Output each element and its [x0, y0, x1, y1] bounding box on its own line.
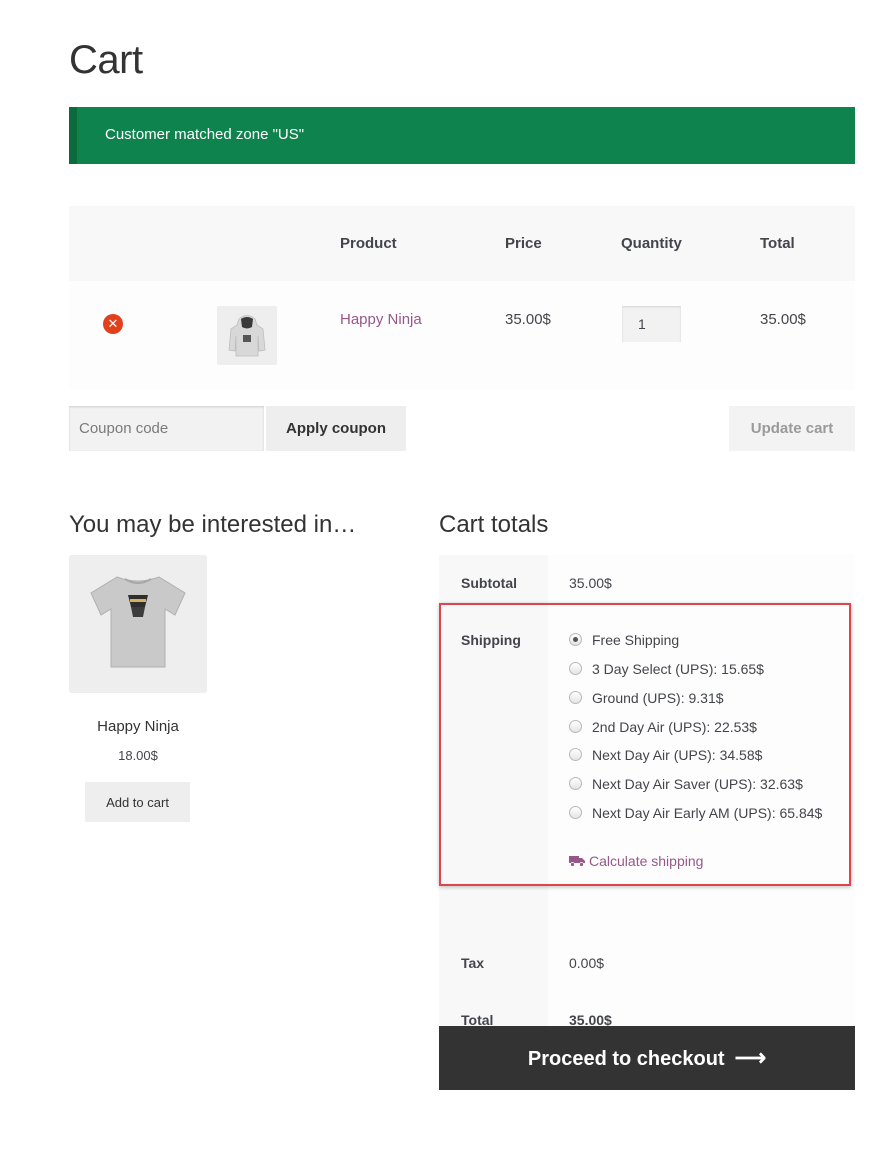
zone-notice: Customer matched zone "US" — [69, 107, 855, 164]
page-title: Cart — [69, 38, 143, 82]
product-link[interactable]: Happy Ninja — [340, 311, 422, 328]
cart-totals-title: Cart totals — [439, 511, 549, 538]
radio-button[interactable] — [569, 806, 582, 819]
radio-button[interactable] — [569, 777, 582, 790]
quantity-input[interactable] — [622, 306, 681, 342]
cart-totals-table: Subtotal 35.00$ Shipping Free Shipping 3… — [439, 555, 855, 1050]
product-total: 35.00$ — [760, 311, 806, 328]
proceed-to-checkout-button[interactable]: Proceed to checkout ⟶ — [439, 1026, 855, 1090]
coupon-code-input[interactable] — [69, 406, 264, 451]
cross-sell-product-image[interactable] — [69, 555, 207, 693]
apply-coupon-button[interactable]: Apply coupon — [266, 406, 406, 451]
header-product: Product — [340, 235, 397, 252]
cross-sell-product-price: 18.00$ — [118, 748, 158, 763]
radio-button[interactable] — [569, 662, 582, 675]
arrow-right-icon: ⟶ — [734, 1045, 767, 1070]
subtotal-label: Subtotal — [461, 575, 517, 591]
cart-table-header: Product Price Quantity Total — [69, 206, 855, 281]
calculate-shipping-link[interactable]: Calculate shipping — [569, 853, 703, 869]
remove-item-icon[interactable]: ✕ — [103, 314, 123, 334]
cross-sell-product-name[interactable]: Happy Ninja — [69, 718, 207, 735]
notice-text: Customer matched zone "US" — [105, 126, 305, 143]
radio-button[interactable] — [569, 691, 582, 704]
shipping-row: Shipping Free Shipping 3 Day Select (UPS… — [439, 603, 855, 936]
header-total: Total — [760, 235, 795, 252]
shipping-options: Free Shipping 3 Day Select (UPS): 15.65$… — [548, 603, 855, 936]
product-thumbnail[interactable] — [217, 306, 277, 365]
table-row — [69, 281, 855, 389]
header-quantity: Quantity — [621, 235, 682, 252]
tshirt-icon — [69, 555, 207, 693]
header-price: Price — [505, 235, 542, 252]
cart-table: Product Price Quantity Total ✕ Happy Nin… — [69, 206, 855, 389]
tax-row: Tax 0.00$ — [439, 936, 855, 993]
subtotal-row: Subtotal 35.00$ — [439, 555, 855, 603]
add-to-cart-button[interactable]: Add to cart — [85, 782, 190, 822]
product-price: 35.00$ — [505, 311, 551, 328]
radio-button[interactable] — [569, 720, 582, 733]
shipping-label: Shipping — [461, 632, 521, 648]
update-cart-button[interactable]: Update cart — [729, 406, 855, 451]
truck-icon — [569, 856, 585, 867]
cross-sells-title: You may be interested in… — [69, 511, 357, 538]
tax-value: 0.00$ — [569, 955, 605, 971]
tax-label: Tax — [461, 955, 485, 971]
subtotal-value: 35.00$ — [569, 575, 612, 591]
checkout-label: Proceed to checkout — [527, 1048, 725, 1070]
hoodie-icon — [217, 306, 277, 365]
radio-button[interactable] — [569, 748, 582, 761]
calculate-shipping-text: Calculate shipping — [589, 853, 704, 869]
radio-button[interactable] — [569, 633, 582, 646]
